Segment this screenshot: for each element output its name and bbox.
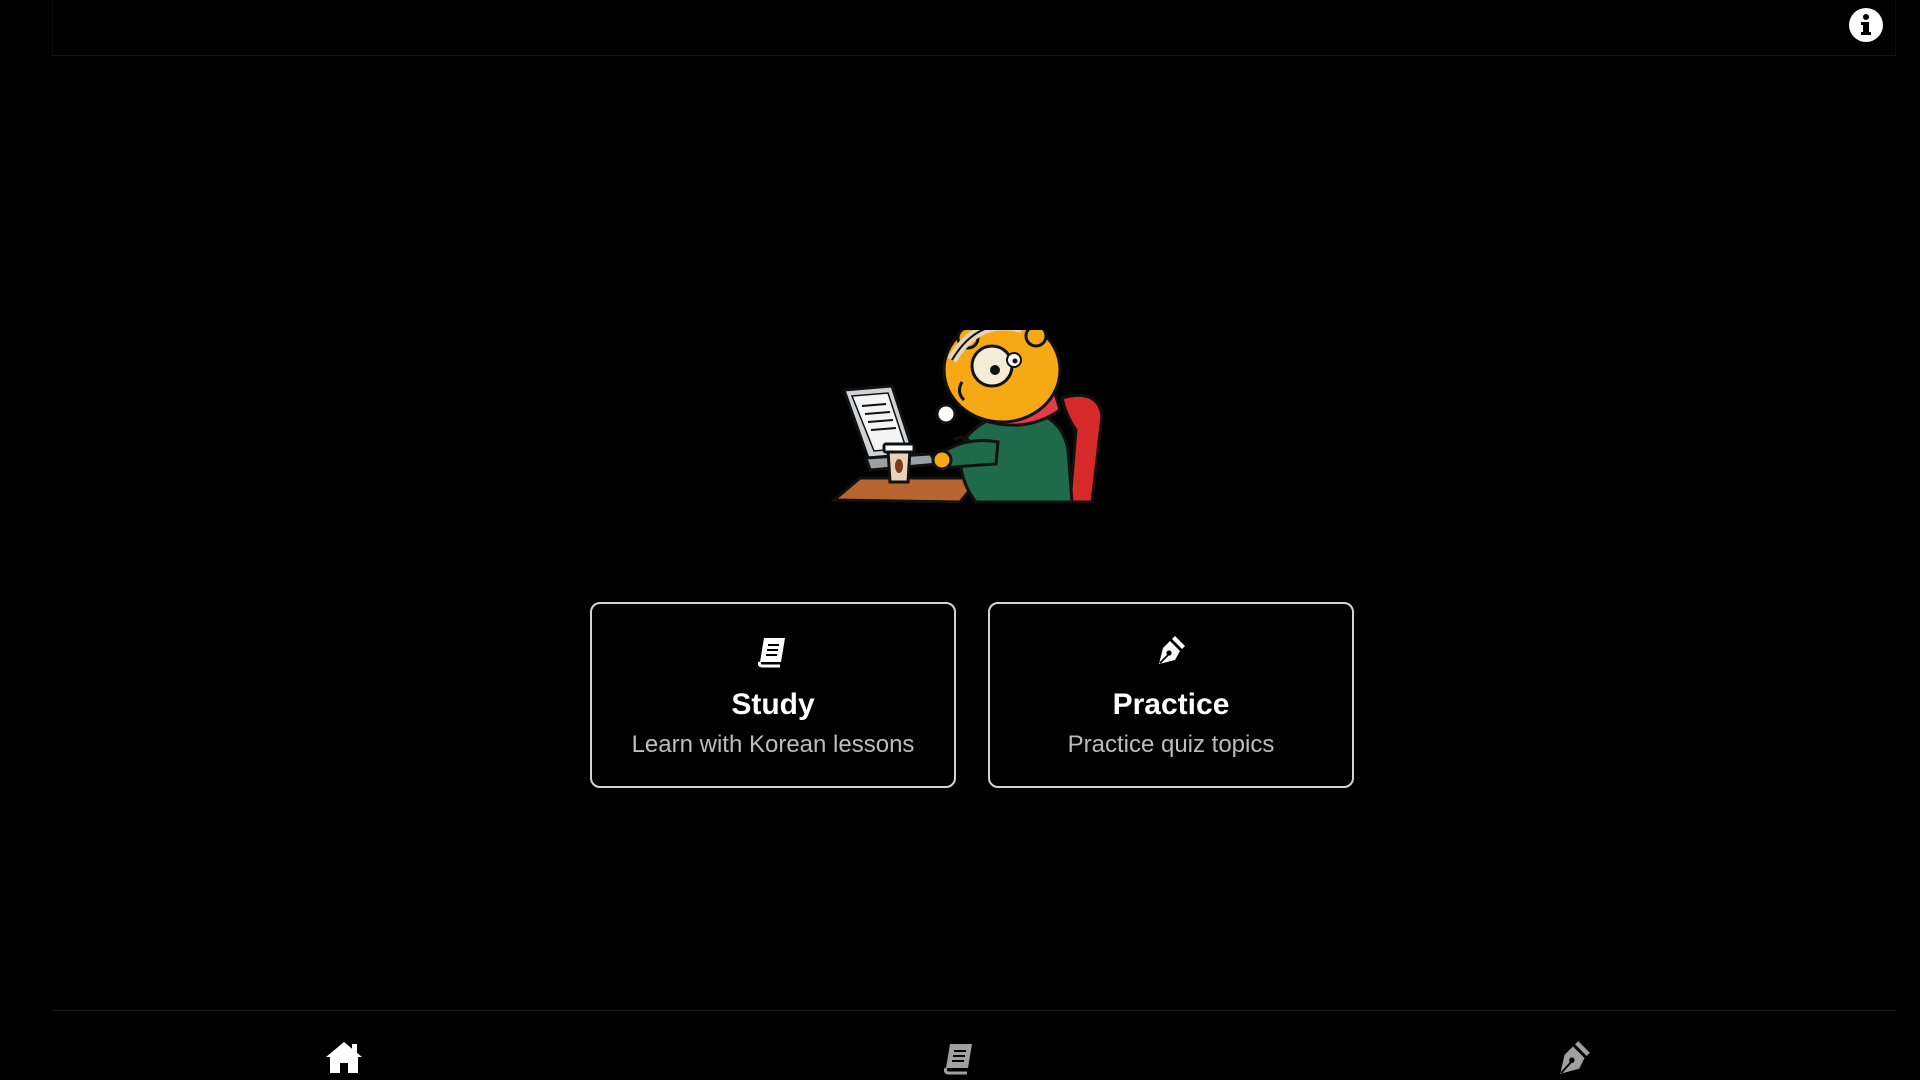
practice-card-title: Practice xyxy=(1112,688,1230,721)
info-button[interactable] xyxy=(1849,8,1883,42)
bottom-nav xyxy=(52,1010,1896,1080)
study-card[interactable]: Study Learn with Korean lessons xyxy=(590,602,956,788)
app-root: Study Learn with Korean lessons Practice… xyxy=(0,0,1920,1080)
info-icon xyxy=(1861,14,1871,35)
study-card-subtitle: Learn with Korean lessons xyxy=(631,731,915,758)
mode-cards: Study Learn with Korean lessons Practice… xyxy=(590,602,1358,790)
nav-home[interactable] xyxy=(322,1037,366,1077)
nav-study[interactable] xyxy=(937,1037,981,1077)
practice-card[interactable]: Practice Practice quiz topics xyxy=(988,602,1354,788)
nav-practice[interactable] xyxy=(1552,1037,1596,1077)
pen-nib-icon xyxy=(1159,636,1185,664)
pen-nib-icon xyxy=(1560,1041,1590,1074)
home-icon xyxy=(326,1042,362,1073)
book-icon xyxy=(757,638,785,668)
top-bar xyxy=(52,0,1896,56)
study-card-title: Study xyxy=(731,688,815,721)
book-icon xyxy=(943,1044,972,1075)
mascot-illustration xyxy=(830,330,1104,504)
practice-card-subtitle: Practice quiz topics xyxy=(1067,731,1275,758)
